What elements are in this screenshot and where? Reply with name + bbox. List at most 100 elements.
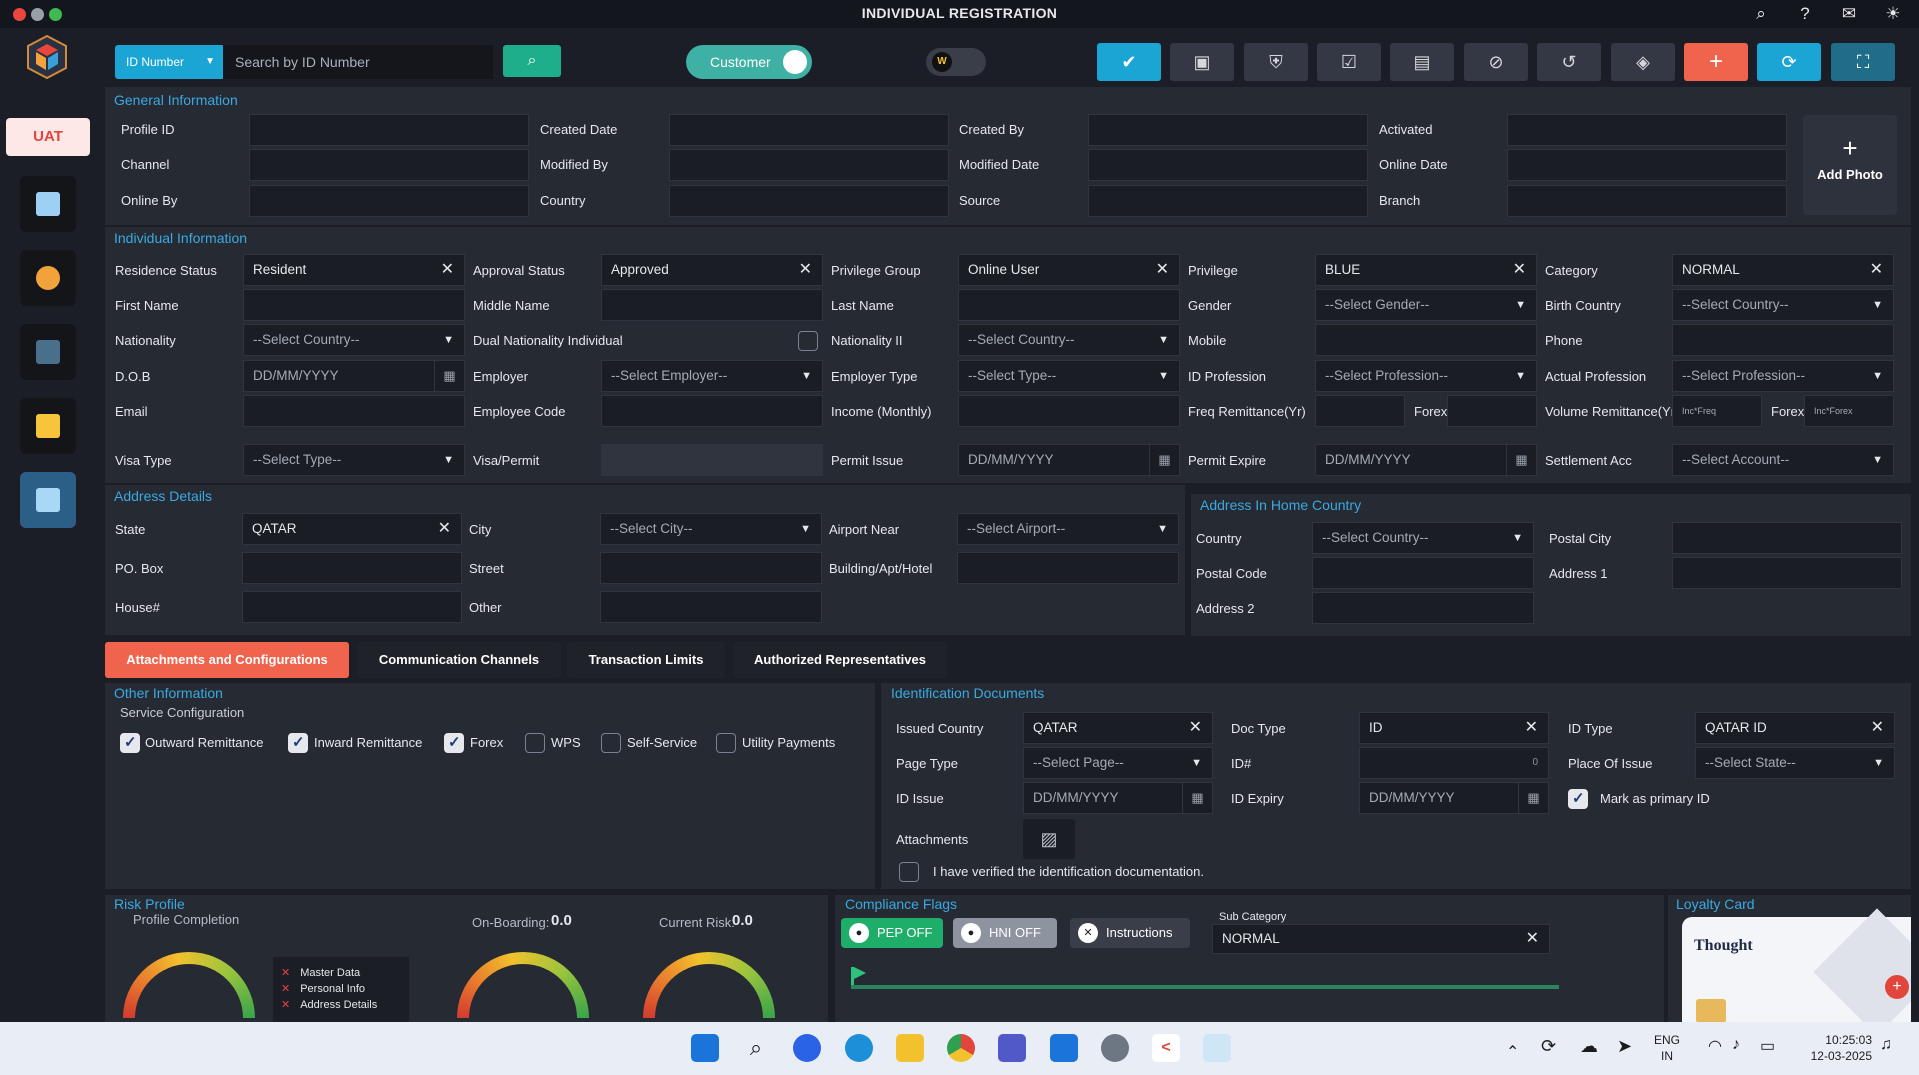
folder-nav-button[interactable] — [20, 398, 76, 454]
tab-transaction-limits[interactable]: Transaction Limits — [567, 642, 725, 678]
save-button[interactable]: ▣ — [1170, 43, 1234, 81]
profile-nav-button[interactable] — [20, 250, 76, 306]
search-icon[interactable]: ⌕ — [1749, 2, 1773, 26]
self-service-checkbox[interactable] — [601, 733, 621, 753]
visa-permit-input[interactable] — [601, 444, 823, 476]
dob-input[interactable]: DD/MM/YYYY ▦ — [243, 360, 465, 392]
loyalty-card[interactable]: Thought — [1682, 908, 1911, 1022]
nationality-select[interactable]: --Select Country-- ▼ — [243, 324, 465, 356]
forex-input[interactable] — [1447, 395, 1537, 427]
approve-button[interactable]: ✔ — [1097, 43, 1161, 81]
postal-city-input[interactable] — [1672, 522, 1902, 554]
clear-icon[interactable]: ✕ — [441, 255, 454, 285]
clear-icon[interactable]: ✕ — [1513, 255, 1526, 285]
email-input[interactable] — [243, 395, 465, 427]
chevron-up-icon[interactable]: ⌃ — [1506, 1042, 1519, 1062]
po-box-input[interactable] — [242, 552, 462, 584]
id-expiry-input[interactable]: DD/MM/YYYY ▦ — [1359, 782, 1549, 814]
nationality2-select[interactable]: --Select Country-- ▼ — [958, 324, 1180, 356]
clear-icon[interactable]: ✕ — [1189, 713, 1202, 743]
clear-icon[interactable]: ✕ — [1525, 713, 1538, 743]
add-card-button[interactable]: + — [1885, 975, 1909, 999]
street-input[interactable] — [600, 552, 822, 584]
hni-toggle[interactable]: ● HNI OFF — [953, 918, 1057, 948]
language-indicator[interactable]: ENG IN — [1654, 1032, 1680, 1064]
clipboard-button[interactable]: ▤ — [1390, 43, 1454, 81]
block-button[interactable]: ⊘ — [1464, 43, 1528, 81]
registration-nav-button[interactable] — [20, 472, 76, 528]
last-name-input[interactable] — [958, 289, 1180, 321]
windows-start-icon[interactable] — [691, 1034, 719, 1062]
verified-checkbox[interactable] — [899, 862, 919, 882]
customer-toggle[interactable]: Customer — [686, 45, 812, 79]
primary-id-checkbox[interactable] — [1568, 789, 1588, 809]
building-input[interactable] — [957, 552, 1179, 584]
file-explorer-icon[interactable] — [896, 1034, 924, 1062]
terminal-nav-button[interactable] — [20, 324, 76, 380]
airport-select[interactable]: --Select Airport-- ▼ — [957, 513, 1179, 545]
app-icon[interactable]: < — [1152, 1034, 1180, 1062]
home-country-select[interactable]: --Select Country-- ▼ — [1312, 522, 1534, 554]
utility-payments-checkbox[interactable] — [716, 733, 736, 753]
chat-icon[interactable]: ✉ — [1837, 2, 1861, 26]
history-button[interactable]: ↺ — [1537, 43, 1601, 81]
postal-code-input[interactable] — [1312, 557, 1534, 589]
approval-status-select[interactable]: Approved ✕ — [601, 254, 823, 286]
permit-expire-input[interactable]: DD/MM/YYYY ▦ — [1315, 444, 1537, 476]
id-profession-select[interactable]: --Select Profession-- ▼ — [1315, 360, 1537, 392]
search-input[interactable] — [223, 45, 493, 79]
verify-button[interactable]: ⛨ — [1244, 43, 1308, 81]
cloud-off-icon[interactable]: ☁ — [1580, 1036, 1598, 1057]
refresh-button[interactable]: ⟳ — [1757, 43, 1821, 81]
wifi-icon[interactable]: ◠ — [1708, 1036, 1722, 1056]
privilege-group-select[interactable]: Online User ✕ — [958, 254, 1180, 286]
scan-button[interactable]: ⛶ — [1831, 43, 1895, 81]
phone-input[interactable] — [1672, 324, 1894, 356]
volume-freq-input[interactable]: Inc*Freq — [1672, 395, 1762, 427]
send-icon[interactable]: ➤ — [1617, 1036, 1632, 1057]
issued-country-select[interactable]: QATAR ✕ — [1023, 712, 1213, 744]
first-name-input[interactable] — [243, 289, 465, 321]
other-input[interactable] — [600, 591, 822, 623]
settlement-acc-select[interactable]: --Select Account-- ▼ — [1672, 444, 1894, 476]
clock[interactable]: 10:25:03 12-03-2025 — [1798, 1032, 1872, 1064]
sub-category-select[interactable]: NORMAL ✕ — [1212, 924, 1550, 954]
search-icon[interactable]: ⌕ — [742, 1034, 770, 1062]
employee-code-input[interactable] — [601, 395, 823, 427]
add-image-icon[interactable]: ▨ — [1023, 819, 1075, 859]
clear-icon[interactable]: ✕ — [1526, 925, 1539, 953]
place-of-issue-select[interactable]: --Select State-- ▼ — [1695, 747, 1895, 779]
edge-icon[interactable] — [845, 1034, 873, 1062]
address2-input[interactable] — [1312, 592, 1534, 624]
id-type-select[interactable]: QATAR ID ✕ — [1695, 712, 1895, 744]
outward-remittance-checkbox[interactable] — [120, 733, 140, 753]
settings-icon[interactable] — [1101, 1034, 1129, 1062]
add-button[interactable]: + — [1684, 43, 1748, 81]
battery-icon[interactable]: ▭ — [1760, 1036, 1775, 1056]
actual-profession-select[interactable]: --Select Profession-- ▼ — [1672, 360, 1894, 392]
city-select[interactable]: --Select City-- ▼ — [600, 513, 822, 545]
clear-icon[interactable]: ✕ — [799, 255, 812, 285]
brightness-icon[interactable]: ☀ — [1881, 2, 1905, 26]
tab-authorized-representatives[interactable]: Authorized Representatives — [733, 642, 947, 678]
id-number-input[interactable]: 0 — [1359, 747, 1549, 779]
volume-forex-input[interactable]: Inc*Forex — [1804, 395, 1894, 427]
w-toggle[interactable]: W — [926, 48, 986, 76]
volume-icon[interactable]: ♪ — [1732, 1036, 1740, 1054]
wps-checkbox[interactable] — [525, 733, 545, 753]
instructions-button[interactable]: ✕ Instructions — [1070, 918, 1190, 948]
teams-icon[interactable] — [998, 1034, 1026, 1062]
page-type-select[interactable]: --Select Page-- ▼ — [1023, 747, 1213, 779]
clear-icon[interactable]: ✕ — [1871, 713, 1884, 743]
forex-checkbox[interactable] — [444, 733, 464, 753]
help-icon[interactable]: ? — [1793, 2, 1817, 26]
category-select[interactable]: NORMAL ✕ — [1672, 254, 1894, 286]
mobile-input[interactable] — [1315, 324, 1537, 356]
dual-nationality-checkbox[interactable] — [798, 331, 818, 351]
id-type-select[interactable]: ID Number ▼ — [115, 45, 225, 79]
snipping-icon[interactable] — [1203, 1034, 1231, 1062]
address1-input[interactable] — [1672, 557, 1902, 589]
permit-issue-input[interactable]: DD/MM/YYYY ▦ — [958, 444, 1180, 476]
employer-select[interactable]: --Select Employer-- ▼ — [601, 360, 823, 392]
calendar-icon[interactable]: ▦ — [1182, 783, 1212, 813]
